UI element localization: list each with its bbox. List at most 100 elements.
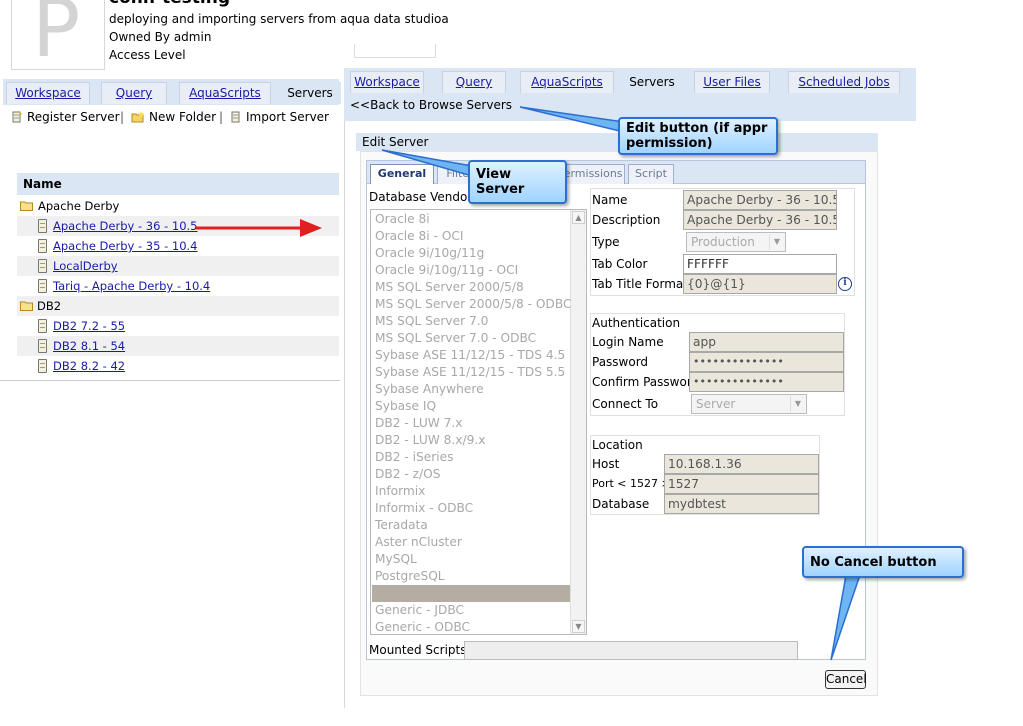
server-icon (38, 279, 47, 293)
type-select[interactable]: Production ▼ (686, 232, 786, 252)
info-icon[interactable]: i (838, 277, 852, 291)
confirm-password-field[interactable]: •••••••••••••• (689, 372, 844, 392)
tree-folder-db2[interactable]: DB2 (17, 296, 339, 316)
vendor-option[interactable]: Sybase ASE 11/12/15 - TDS 5.5 (375, 364, 565, 381)
project-icon: P (11, 0, 105, 70)
tab-general[interactable]: General (370, 164, 434, 185)
import-server-label: Import Server (246, 110, 329, 124)
right-tab-user-files[interactable]: User Files (694, 71, 770, 93)
tree-server-item[interactable]: DB2 8.1 - 54 (17, 336, 339, 356)
right-tab-aquascripts[interactable]: AquaScripts (520, 71, 614, 93)
vendor-option[interactable]: MS SQL Server 2000/5/8 - ODBC (375, 296, 571, 313)
vendor-option[interactable]: Oracle 9i/10g/11g (375, 245, 484, 262)
vendor-option[interactable]: Oracle 9i/10g/11g - OCI (375, 262, 518, 279)
tree-server-item[interactable]: DB2 8.2 - 42 (17, 356, 339, 376)
vendor-option[interactable]: Aster nCluster (375, 534, 462, 551)
access-level-label: Access Level (109, 48, 186, 62)
left-tab-workspace[interactable]: Workspace (6, 82, 90, 104)
right-tab-scheduled-jobs[interactable]: Scheduled Jobs (788, 71, 900, 93)
server-icon (38, 339, 47, 353)
tree-server-item[interactable]: Tariq - Apache Derby - 10.4 (17, 276, 339, 296)
folder-icon (20, 201, 33, 211)
vendor-option[interactable]: Sybase ASE 11/12/15 - TDS 4.5 (375, 347, 565, 364)
back-to-browse-servers-link[interactable]: <<Back to Browse Servers (350, 98, 512, 112)
edit-button-callout: Edit button (if appr permission) (618, 117, 778, 155)
connect-to-select[interactable]: Server ▼ (691, 394, 807, 414)
tab-title-format-field[interactable]: {0}@{1} (683, 274, 837, 294)
folder-icon (20, 301, 33, 311)
right-tab-query[interactable]: Query (442, 71, 506, 93)
location-title: Location (592, 438, 643, 452)
tree-server-item[interactable]: Apache Derby - 36 - 10.5 (17, 216, 339, 236)
scroll-up-icon[interactable]: ▲ (572, 211, 585, 224)
vendor-option[interactable]: Generic - JDBC (375, 602, 464, 619)
vendor-selected-highlight[interactable] (372, 585, 570, 602)
no-cancel-callout: No Cancel button (802, 546, 964, 578)
authentication-title: Authentication (592, 316, 681, 330)
register-server-button[interactable]: Register Server (11, 110, 120, 124)
vendor-option[interactable]: DB2 - LUW 8.x/9.x (375, 432, 485, 449)
host-field[interactable]: 10.168.1.36 (664, 454, 819, 474)
login-name-field[interactable]: app (689, 332, 844, 352)
vendor-option[interactable]: Oracle 8i - OCI (375, 228, 464, 245)
vendor-option[interactable]: DB2 - z/OS (375, 466, 440, 483)
right-tab-workspace[interactable]: Workspace (350, 71, 424, 93)
scroll-down-icon[interactable]: ▼ (572, 620, 585, 633)
server-icon (38, 219, 47, 233)
description-label: Description (592, 213, 661, 227)
tab-color-label: Tab Color (592, 257, 648, 271)
toolbar-separator: | (120, 110, 125, 124)
vendor-option[interactable]: Informix - ODBC (375, 500, 473, 517)
connect-to-label: Connect To (592, 397, 659, 411)
tree-folder-apache-derby[interactable]: Apache Derby (17, 196, 339, 216)
right-tab-bar: Workspace Query AquaScripts Servers User… (344, 68, 916, 94)
edit-server-tabs: General Filter Permissions Script (366, 160, 866, 185)
vendor-option[interactable]: Sybase IQ (375, 398, 436, 415)
vendor-option[interactable]: Oracle 8i (375, 211, 430, 228)
vendor-option[interactable]: DB2 - iSeries (375, 449, 454, 466)
type-label: Type (592, 235, 620, 249)
database-vendor-label: Database Vendor (369, 190, 473, 204)
new-folder-icon (131, 111, 144, 123)
left-tab-aquascripts[interactable]: AquaScripts (179, 82, 271, 104)
project-icon-letter: P (32, 0, 81, 70)
database-field[interactable]: mydbtest (664, 494, 819, 514)
vendor-option[interactable]: MS SQL Server 2000/5/8 (375, 279, 524, 296)
tree-server-item[interactable]: Apache Derby - 35 - 10.4 (17, 236, 339, 256)
left-tab-servers[interactable]: Servers (279, 82, 341, 104)
vendor-list-scrollbar[interactable]: ▲ ▼ (570, 210, 586, 634)
server-icon (38, 359, 47, 373)
import-server-button[interactable]: Import Server (230, 110, 329, 124)
view-server-callout: View Server (468, 160, 567, 204)
vendor-option[interactable]: PostgreSQL (375, 568, 445, 585)
project-description: deploying and importing servers from aqu… (109, 12, 449, 26)
vendor-option[interactable]: Informix (375, 483, 425, 500)
name-field[interactable]: Apache Derby - 36 - 10.5 (683, 190, 837, 210)
password-label: Password (592, 355, 649, 369)
left-tab-query[interactable]: Query (101, 82, 167, 104)
mounted-scripts-field[interactable] (464, 641, 798, 660)
right-tab-servers[interactable]: Servers (618, 71, 686, 93)
vendor-option[interactable]: Teradata (375, 517, 428, 534)
vendor-option[interactable]: Sybase Anywhere (375, 381, 484, 398)
project-title: conn-testing- (109, 0, 237, 8)
tree-server-item[interactable]: LocalDerby (17, 256, 339, 276)
password-field[interactable]: •••••••••••••• (689, 352, 844, 372)
vendor-option[interactable]: MS SQL Server 7.0 - ODBC (375, 330, 536, 347)
port-field[interactable]: 1527 (664, 474, 819, 494)
mounted-scripts-label: Mounted Scripts (369, 643, 467, 657)
new-folder-button[interactable]: New Folder (131, 110, 216, 124)
vendor-option[interactable]: DB2 - LUW 7.x (375, 415, 463, 432)
vendor-option[interactable]: MS SQL Server 7.0 (375, 313, 488, 330)
vendor-option[interactable]: Generic - ODBC (375, 619, 470, 634)
tree-server-item[interactable]: DB2 7.2 - 55 (17, 316, 339, 336)
tab-script[interactable]: Script (628, 164, 674, 184)
toolbar-separator: | (219, 110, 224, 124)
tab-color-field[interactable]: FFFFFF (683, 254, 837, 274)
vendor-option[interactable]: MySQL (375, 551, 417, 568)
login-name-label: Login Name (592, 335, 664, 349)
database-vendor-list[interactable]: ▲ ▼ Oracle 8i Oracle 8i - OCI Oracle 9i/10… (370, 209, 587, 635)
cancel-button[interactable]: Cancel (825, 670, 867, 689)
description-field[interactable]: Apache Derby - 36 - 10.5 (683, 210, 837, 230)
server-icon (38, 259, 47, 273)
